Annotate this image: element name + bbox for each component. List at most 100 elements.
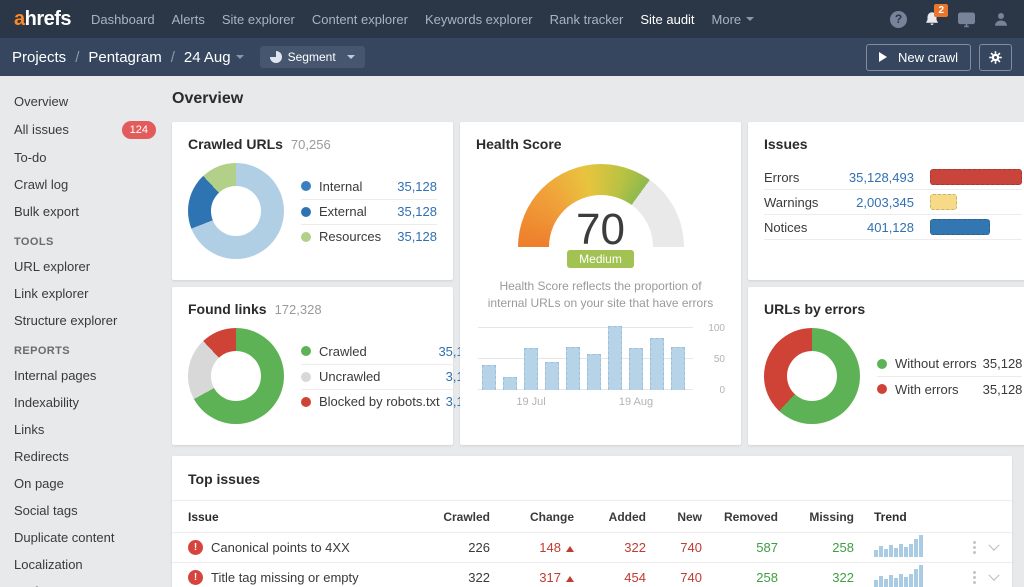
sidebar-item-label: Crawl log: [14, 177, 68, 193]
sidebar-item-crawl-log[interactable]: Crawl log: [14, 175, 156, 195]
nav-item-content-explorer[interactable]: Content explorer: [312, 12, 408, 27]
trend-bar[interactable]: [503, 377, 517, 389]
legend-value[interactable]: 35,128: [391, 204, 437, 219]
issue-type-label: Errors: [764, 170, 826, 185]
sidebar-item-overview[interactable]: Overview: [14, 92, 156, 112]
trend-bar[interactable]: [524, 348, 538, 390]
sidebar-item-performance[interactable]: Performance: [14, 582, 156, 587]
nav-item-rank-tracker[interactable]: Rank tracker: [550, 12, 624, 27]
sidebar-item-bulk-export[interactable]: Bulk export: [14, 202, 156, 222]
sidebar-item-indexability[interactable]: Indexability: [14, 393, 156, 413]
user-icon[interactable]: [992, 10, 1010, 28]
trend-bar[interactable]: [608, 326, 622, 389]
change-up-icon: [566, 542, 574, 552]
feedback-icon[interactable]: [957, 11, 976, 28]
cell-removed: 587: [702, 540, 778, 555]
nav-item-site-audit[interactable]: Site audit: [640, 12, 694, 27]
issue-bar[interactable]: [930, 169, 1022, 185]
spark-bar: [894, 548, 898, 557]
nav-item-label: Site audit: [640, 12, 694, 27]
legend-item-with-errors[interactable]: With errors35,128: [877, 376, 1022, 401]
issue-type-label: Notices: [764, 220, 826, 235]
legend-item-uncrawled[interactable]: Uncrawled3,128: [301, 364, 478, 389]
legend-value: 35,128: [977, 356, 1023, 371]
settings-button[interactable]: [979, 44, 1012, 71]
trend-bar[interactable]: [650, 338, 664, 389]
legend-item-crawled[interactable]: Crawled35,128: [301, 339, 478, 364]
urls-by-errors-donut-chart[interactable]: [764, 328, 860, 424]
legend-item-external[interactable]: External35,128: [301, 199, 437, 224]
trend-sparkline[interactable]: [874, 565, 923, 587]
ahrefs-logo[interactable]: ahrefs: [14, 8, 71, 31]
issue-count-link[interactable]: 35,128,493: [826, 170, 914, 185]
sidebar-item-url-explorer[interactable]: URL explorer: [14, 257, 156, 277]
cell-new: 740: [646, 540, 702, 555]
nav-item-more[interactable]: More: [712, 12, 755, 27]
issue-bar[interactable]: [930, 194, 957, 210]
nav-item-dashboard[interactable]: Dashboard: [91, 12, 155, 27]
chevron-down-icon[interactable]: [988, 569, 999, 580]
sidebar-item-link-explorer[interactable]: Link explorer: [14, 284, 156, 304]
sidebar-item-internal-pages[interactable]: Internal pages: [14, 366, 156, 386]
sidebar-item-label: Localization: [14, 557, 83, 573]
found-links-donut-chart[interactable]: [188, 328, 284, 424]
issue-bar[interactable]: [930, 219, 990, 235]
top-issues-card: Top issues IssueCrawledChangeAddedNewRem…: [172, 456, 1012, 587]
new-crawl-button[interactable]: New crawl: [866, 44, 971, 71]
crawled-urls-donut-chart[interactable]: [188, 163, 284, 259]
legend-item-internal[interactable]: Internal35,128: [301, 174, 437, 199]
trend-sparkline[interactable]: [874, 535, 923, 557]
breadcrumb-projects[interactable]: Projects: [12, 49, 66, 66]
spark-bar: [879, 576, 883, 587]
legend-item-resources[interactable]: Resources35,128: [301, 224, 437, 249]
trend-bar[interactable]: [671, 347, 685, 389]
sidebar-item-on-page[interactable]: On page: [14, 474, 156, 494]
sidebar-item-links[interactable]: Links: [14, 420, 156, 440]
legend-item-without-errors[interactable]: Without errors35,128: [877, 351, 1022, 376]
breadcrumb-24-aug[interactable]: 24 Aug: [184, 49, 244, 66]
cell-change[interactable]: 148: [490, 540, 574, 555]
sidebar-item-social-tags[interactable]: Social tags: [14, 501, 156, 521]
kebab-dot: [973, 576, 976, 579]
legend-value[interactable]: 35,128: [391, 229, 437, 244]
top-issues-rows: !Canonical points to 4XX2261483227405872…: [172, 533, 1012, 587]
spark-bar: [899, 544, 903, 557]
trend-bar[interactable]: [545, 362, 559, 389]
nav-item-alerts[interactable]: Alerts: [172, 12, 205, 27]
issue-count-link[interactable]: 2,003,345: [826, 195, 914, 210]
trend-bar[interactable]: [566, 347, 580, 389]
trend-bar[interactable]: [587, 354, 601, 390]
sidebar-item-label: URL explorer: [14, 259, 90, 275]
sidebar-item-structure-explorer[interactable]: Structure explorer: [14, 311, 156, 331]
nav-item-site-explorer[interactable]: Site explorer: [222, 12, 295, 27]
breadcrumb-pentagram[interactable]: Pentagram: [88, 49, 161, 66]
trend-bar[interactable]: [629, 348, 643, 390]
issue-name-link[interactable]: !Title tag missing or empty: [188, 570, 426, 585]
cell-change[interactable]: 317: [490, 570, 574, 585]
legend-item-blocked-by-robots-txt[interactable]: Blocked by robots.txt3,128: [301, 389, 478, 414]
issue-name-link[interactable]: !Canonical points to 4XX: [188, 540, 426, 555]
kebab-menu-icon[interactable]: [973, 541, 976, 554]
health-rating-badge[interactable]: Medium: [567, 250, 634, 268]
spark-bar: [919, 565, 923, 587]
nav-item-label: More: [712, 12, 742, 27]
sidebar-item-label: Link explorer: [14, 286, 88, 302]
issue-count-link[interactable]: 401,128: [826, 220, 914, 235]
legend-value[interactable]: 35,128: [391, 179, 437, 194]
trend-bar[interactable]: [482, 365, 496, 390]
chevron-down-icon[interactable]: [988, 539, 999, 550]
nav-item-keywords-explorer[interactable]: Keywords explorer: [425, 12, 533, 27]
urls-by-errors-title: URLs by errors: [764, 301, 865, 317]
sidebar-item-duplicate-content[interactable]: Duplicate content: [14, 528, 156, 548]
legend-dot: [877, 384, 887, 394]
sidebar-item-all-issues[interactable]: All issues124: [14, 119, 156, 141]
bell-icon[interactable]: 2: [923, 10, 941, 28]
sidebar-item-localization[interactable]: Localization: [14, 555, 156, 575]
toolbar: Projects/Pentagram/24 Aug Segment New cr…: [0, 38, 1024, 76]
kebab-menu-icon[interactable]: [973, 571, 976, 584]
sidebar-item-to-do[interactable]: To-do: [14, 148, 156, 168]
sidebar-item-redirects[interactable]: Redirects: [14, 447, 156, 467]
breadcrumb-separator: /: [171, 49, 175, 66]
help-icon[interactable]: ?: [890, 11, 907, 28]
segment-button[interactable]: Segment: [260, 46, 365, 68]
